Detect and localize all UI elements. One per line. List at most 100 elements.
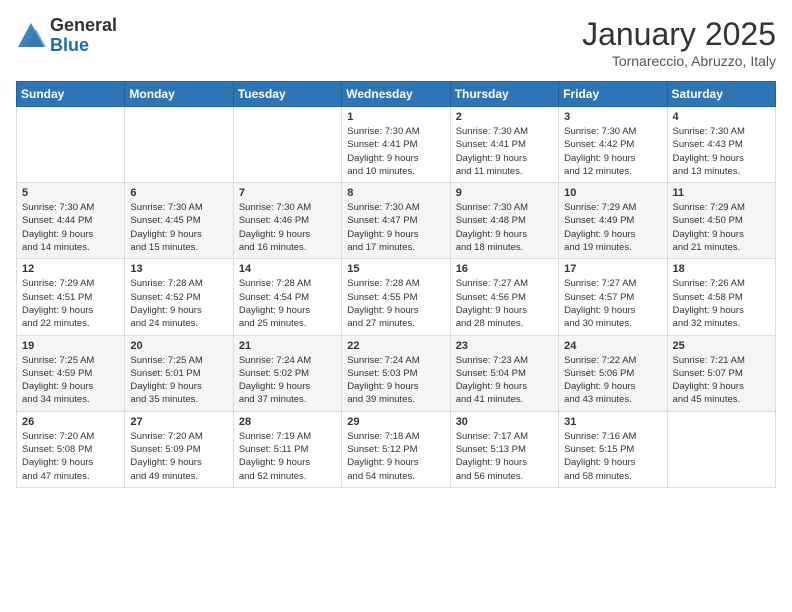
day-number: 10 xyxy=(564,187,661,199)
day-info: Sunrise: 7:16 AM Sunset: 5:15 PM Dayligh… xyxy=(564,430,661,483)
calendar-cell xyxy=(233,107,341,183)
calendar-week-2: 5Sunrise: 7:30 AM Sunset: 4:44 PM Daylig… xyxy=(17,183,776,259)
calendar-cell: 6 Sunrise: 7:30 AM Sunset: 4:45 PM Daylig… xyxy=(125,183,233,259)
weekday-header-thursday: Thursday xyxy=(450,82,558,107)
day-info: Sunrise: 7:28 AM Sunset: 4:54 PM Dayligh… xyxy=(239,277,336,330)
day-number: 11 xyxy=(673,187,770,199)
calendar-cell: 31 Sunrise: 7:16 AM Sunset: 5:15 PM Dayli… xyxy=(559,411,667,487)
weekday-header-tuesday: Tuesday xyxy=(233,82,341,107)
weekday-header-row: SundayMondayTuesdayWednesdayThursdayFrid… xyxy=(17,82,776,107)
day-info: Sunrise: 7:28 AM Sunset: 4:52 PM Dayligh… xyxy=(130,277,227,330)
calendar-cell: 25 Sunrise: 7:21 AM Sunset: 5:07 PM Dayli… xyxy=(667,335,775,411)
day-info: Sunrise: 7:30 AM Sunset: 4:41 PM Dayligh… xyxy=(456,125,553,178)
day-number: 23 xyxy=(456,340,553,352)
day-number: 22 xyxy=(347,340,444,352)
month-title: January 2025 xyxy=(582,16,776,53)
day-number: 1 xyxy=(347,111,444,123)
day-info: Sunrise: 7:25 AM Sunset: 5:01 PM Dayligh… xyxy=(130,354,227,407)
calendar-week-1: 1 Sunrise: 7:30 AM Sunset: 4:41 PM Daylig… xyxy=(17,107,776,183)
calendar-cell xyxy=(17,107,125,183)
calendar-week-4: 19Sunrise: 7:25 AM Sunset: 4:59 PM Dayli… xyxy=(17,335,776,411)
day-number: 12 xyxy=(22,263,119,275)
calendar-cell: 15 Sunrise: 7:28 AM Sunset: 4:55 PM Dayli… xyxy=(342,259,450,335)
title-block: January 2025 Tornareccio, Abruzzo, Italy xyxy=(582,16,776,69)
day-number: 17 xyxy=(564,263,661,275)
day-info: Sunrise: 7:30 AM Sunset: 4:48 PM Dayligh… xyxy=(456,201,553,254)
day-number: 2 xyxy=(456,111,553,123)
calendar-cell: 8 Sunrise: 7:30 AM Sunset: 4:47 PM Daylig… xyxy=(342,183,450,259)
logo-general-text: General xyxy=(50,16,117,36)
day-number: 24 xyxy=(564,340,661,352)
calendar-cell: 1 Sunrise: 7:30 AM Sunset: 4:41 PM Daylig… xyxy=(342,107,450,183)
calendar-cell: 11 Sunrise: 7:29 AM Sunset: 4:50 PM Dayli… xyxy=(667,183,775,259)
day-info: Sunrise: 7:30 AM Sunset: 4:46 PM Dayligh… xyxy=(239,201,336,254)
day-number: 16 xyxy=(456,263,553,275)
day-info: Sunrise: 7:28 AM Sunset: 4:55 PM Dayligh… xyxy=(347,277,444,330)
day-info: Sunrise: 7:27 AM Sunset: 4:56 PM Dayligh… xyxy=(456,277,553,330)
day-info: Sunrise: 7:29 AM Sunset: 4:50 PM Dayligh… xyxy=(673,201,770,254)
day-info: Sunrise: 7:19 AM Sunset: 5:11 PM Dayligh… xyxy=(239,430,336,483)
calendar-table: SundayMondayTuesdayWednesdayThursdayFrid… xyxy=(16,81,776,488)
day-number: 30 xyxy=(456,416,553,428)
calendar-cell: 21 Sunrise: 7:24 AM Sunset: 5:02 PM Dayli… xyxy=(233,335,341,411)
calendar-cell: 2 Sunrise: 7:30 AM Sunset: 4:41 PM Daylig… xyxy=(450,107,558,183)
day-number: 21 xyxy=(239,340,336,352)
day-info: Sunrise: 7:21 AM Sunset: 5:07 PM Dayligh… xyxy=(673,354,770,407)
calendar-cell: 24Sunrise: 7:22 AM Sunset: 5:06 PM Dayli… xyxy=(559,335,667,411)
calendar-cell: 5Sunrise: 7:30 AM Sunset: 4:44 PM Daylig… xyxy=(17,183,125,259)
logo: General Blue xyxy=(16,16,117,56)
calendar-cell: 16 Sunrise: 7:27 AM Sunset: 4:56 PM Dayli… xyxy=(450,259,558,335)
calendar-cell: 28Sunrise: 7:19 AM Sunset: 5:11 PM Dayli… xyxy=(233,411,341,487)
day-info: Sunrise: 7:30 AM Sunset: 4:43 PM Dayligh… xyxy=(673,125,770,178)
day-info: Sunrise: 7:30 AM Sunset: 4:45 PM Dayligh… xyxy=(130,201,227,254)
day-number: 4 xyxy=(673,111,770,123)
calendar-cell: 9 Sunrise: 7:30 AM Sunset: 4:48 PM Daylig… xyxy=(450,183,558,259)
calendar-cell: 12 Sunrise: 7:29 AM Sunset: 4:51 PM Dayli… xyxy=(17,259,125,335)
day-number: 29 xyxy=(347,416,444,428)
calendar-cell: 30 Sunrise: 7:17 AM Sunset: 5:13 PM Dayli… xyxy=(450,411,558,487)
day-info: Sunrise: 7:30 AM Sunset: 4:47 PM Dayligh… xyxy=(347,201,444,254)
calendar-week-3: 12 Sunrise: 7:29 AM Sunset: 4:51 PM Dayli… xyxy=(17,259,776,335)
calendar-cell: 26 Sunrise: 7:20 AM Sunset: 5:08 PM Dayli… xyxy=(17,411,125,487)
calendar-cell: 7 Sunrise: 7:30 AM Sunset: 4:46 PM Daylig… xyxy=(233,183,341,259)
weekday-header-sunday: Sunday xyxy=(17,82,125,107)
logo-icon xyxy=(16,21,46,51)
weekday-header-wednesday: Wednesday xyxy=(342,82,450,107)
day-info: Sunrise: 7:20 AM Sunset: 5:09 PM Dayligh… xyxy=(130,430,227,483)
calendar-week-5: 26 Sunrise: 7:20 AM Sunset: 5:08 PM Dayli… xyxy=(17,411,776,487)
calendar-cell xyxy=(125,107,233,183)
calendar-cell: 23 Sunrise: 7:23 AM Sunset: 5:04 PM Dayli… xyxy=(450,335,558,411)
day-info: Sunrise: 7:20 AM Sunset: 5:08 PM Dayligh… xyxy=(22,430,119,483)
day-info: Sunrise: 7:29 AM Sunset: 4:51 PM Dayligh… xyxy=(22,277,119,330)
day-number: 27 xyxy=(130,416,227,428)
day-number: 7 xyxy=(239,187,336,199)
day-info: Sunrise: 7:30 AM Sunset: 4:42 PM Dayligh… xyxy=(564,125,661,178)
day-number: 18 xyxy=(673,263,770,275)
logo-blue-text: Blue xyxy=(50,36,117,56)
day-number: 13 xyxy=(130,263,227,275)
calendar-cell: 27 Sunrise: 7:20 AM Sunset: 5:09 PM Dayli… xyxy=(125,411,233,487)
day-number: 25 xyxy=(673,340,770,352)
day-info: Sunrise: 7:25 AM Sunset: 4:59 PM Dayligh… xyxy=(22,354,119,407)
day-number: 15 xyxy=(347,263,444,275)
day-number: 5 xyxy=(22,187,119,199)
day-number: 8 xyxy=(347,187,444,199)
calendar-cell: 20Sunrise: 7:25 AM Sunset: 5:01 PM Dayli… xyxy=(125,335,233,411)
calendar-cell: 10 Sunrise: 7:29 AM Sunset: 4:49 PM Dayli… xyxy=(559,183,667,259)
page-header: General Blue January 2025 Tornareccio, A… xyxy=(16,16,776,69)
day-number: 6 xyxy=(130,187,227,199)
day-info: Sunrise: 7:18 AM Sunset: 5:12 PM Dayligh… xyxy=(347,430,444,483)
calendar-cell: 22Sunrise: 7:24 AM Sunset: 5:03 PM Dayli… xyxy=(342,335,450,411)
day-number: 26 xyxy=(22,416,119,428)
day-number: 14 xyxy=(239,263,336,275)
day-number: 31 xyxy=(564,416,661,428)
day-info: Sunrise: 7:23 AM Sunset: 5:04 PM Dayligh… xyxy=(456,354,553,407)
day-info: Sunrise: 7:17 AM Sunset: 5:13 PM Dayligh… xyxy=(456,430,553,483)
day-info: Sunrise: 7:29 AM Sunset: 4:49 PM Dayligh… xyxy=(564,201,661,254)
day-number: 9 xyxy=(456,187,553,199)
day-info: Sunrise: 7:24 AM Sunset: 5:02 PM Dayligh… xyxy=(239,354,336,407)
weekday-header-friday: Friday xyxy=(559,82,667,107)
day-info: Sunrise: 7:30 AM Sunset: 4:41 PM Dayligh… xyxy=(347,125,444,178)
weekday-header-monday: Monday xyxy=(125,82,233,107)
location-text: Tornareccio, Abruzzo, Italy xyxy=(582,53,776,69)
